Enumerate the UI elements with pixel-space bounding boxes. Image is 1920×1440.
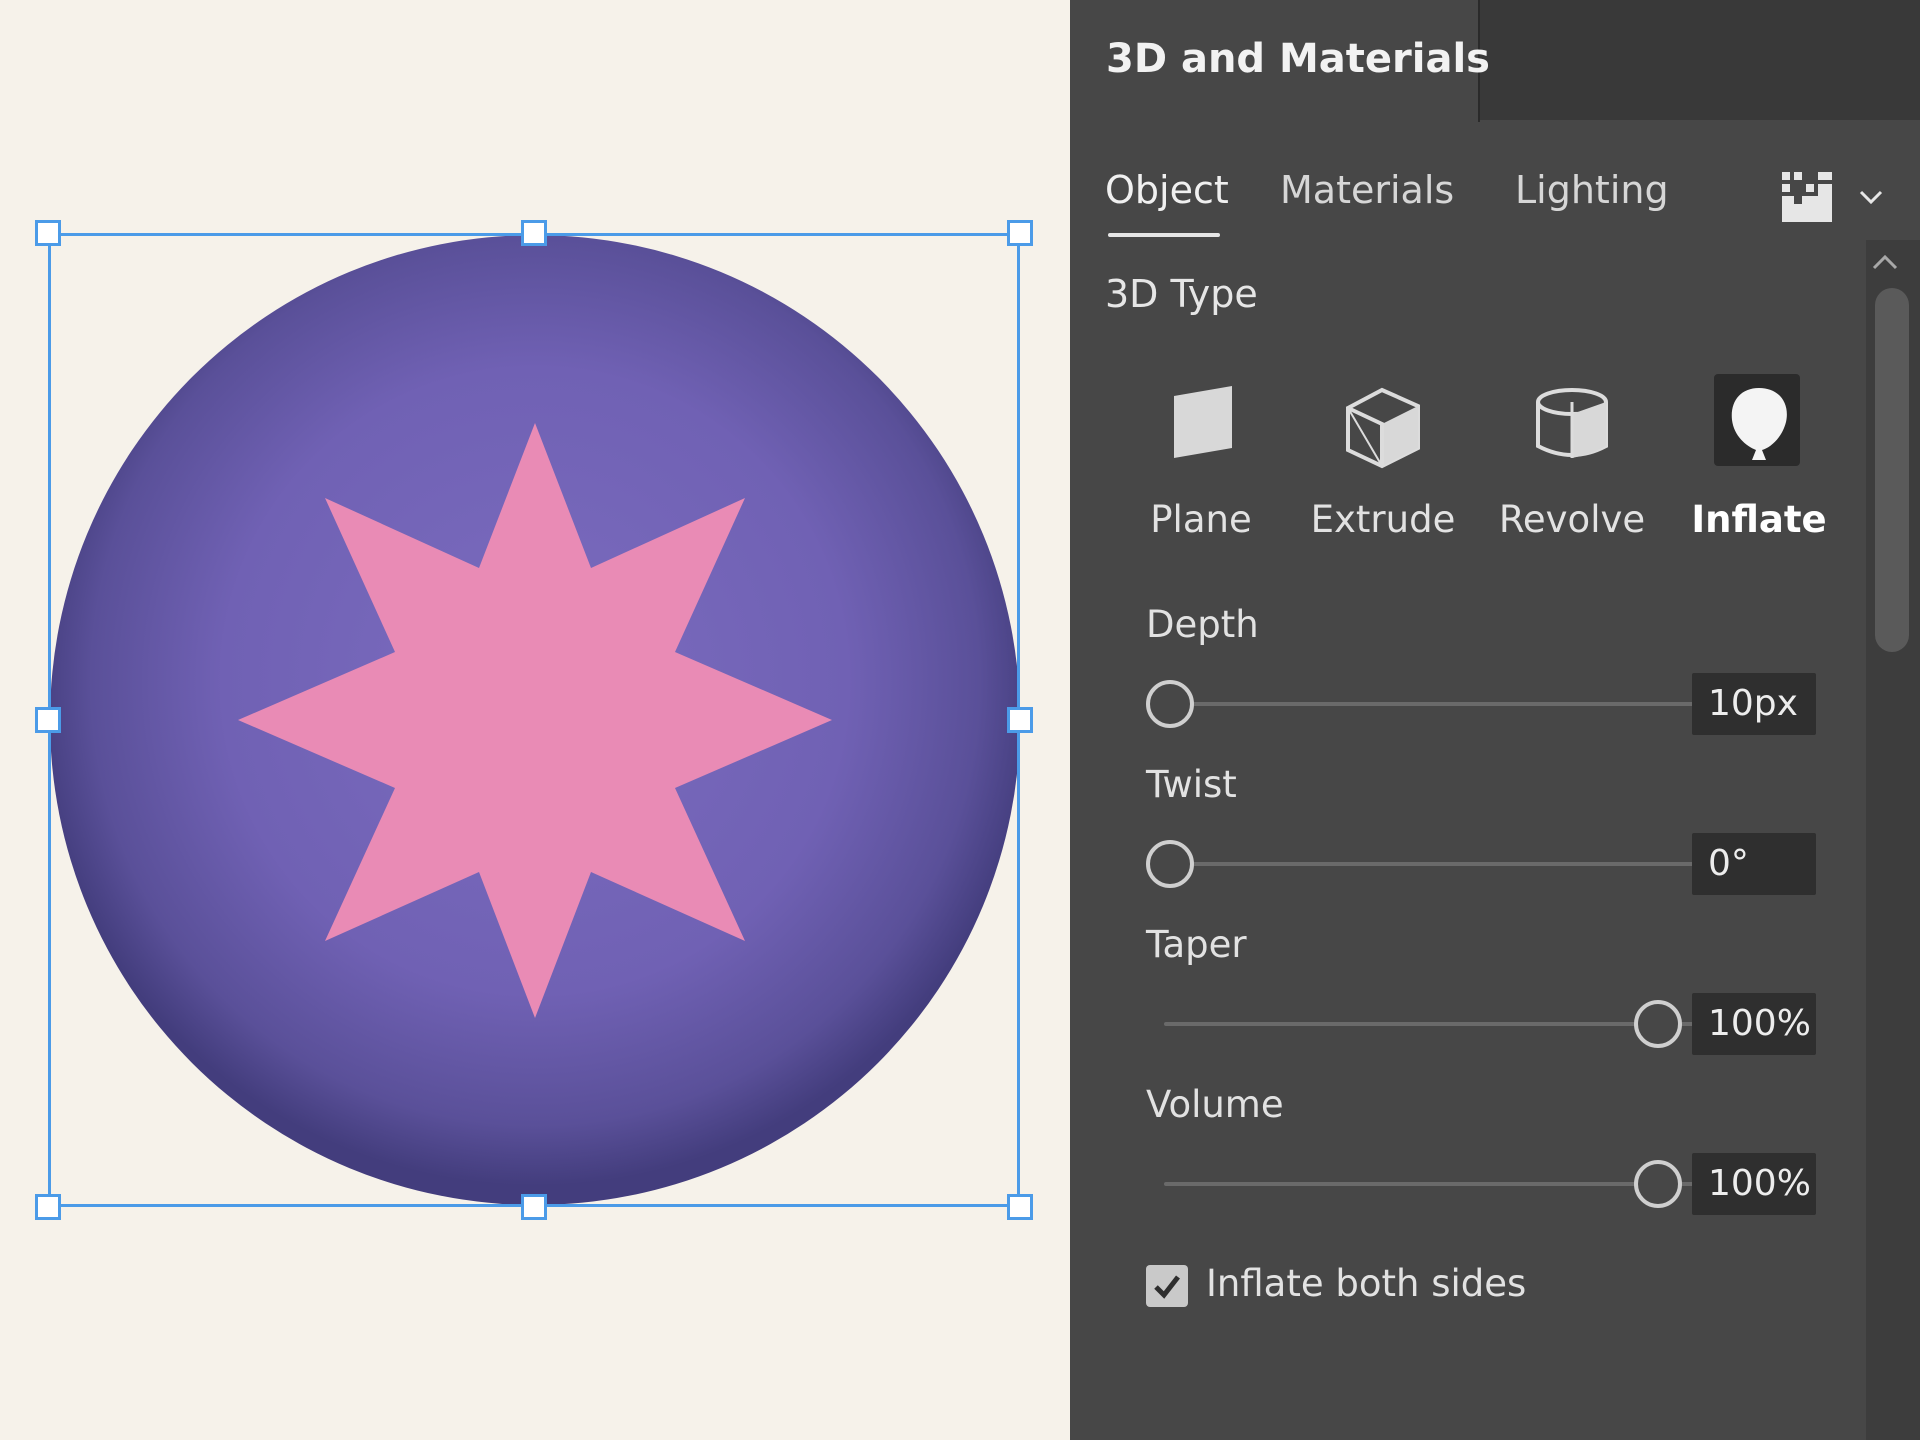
depth-label: Depth [1146,603,1259,646]
inflate-both-sides-checkbox[interactable] [1146,1265,1188,1307]
resize-handle-middle-left[interactable] [35,707,61,733]
taper-value-field[interactable]: 100% [1692,993,1816,1055]
inflate-both-sides-label: Inflate both sides [1206,1262,1527,1305]
twist-slider-thumb[interactable] [1146,840,1194,888]
inflate-balloon-icon [1731,388,1787,460]
twist-label: Twist [1146,763,1237,806]
panel-title: 3D and Materials [1106,36,1490,82]
plane-icon [1174,386,1232,458]
app-window: 3D and Materials Object Materials Lighti… [0,0,1920,1440]
scroll-up-arrow-icon[interactable] [1870,248,1900,278]
chevron-down-icon [1859,190,1883,205]
type-plane-button[interactable]: Plane [1116,378,1286,558]
resize-handle-bottom-left[interactable] [35,1194,61,1220]
taper-slider-thumb[interactable] [1634,1000,1682,1048]
resize-handle-bottom-right[interactable] [1007,1194,1033,1220]
type-inflate-label: Inflate [1691,498,1827,541]
render-menu-button[interactable] [1770,168,1890,228]
active-tab-indicator [1108,233,1220,237]
twist-value-field[interactable]: 0° [1692,833,1816,895]
depth-slider-track [1164,702,1730,706]
tab-lighting[interactable]: Lighting [1515,168,1669,212]
depth-value-field[interactable]: 10px [1692,673,1816,735]
twist-slider-track [1164,862,1730,866]
type-revolve-label: Revolve [1498,498,1646,541]
revolve-icon [1536,388,1608,458]
resize-handle-top-right[interactable] [1007,220,1033,246]
selection-bounding-box [48,233,1020,1207]
depth-slider[interactable] [1146,678,1730,730]
volume-slider-thumb[interactable] [1634,1160,1682,1208]
type-revolve-button[interactable]: Revolve [1487,378,1657,558]
artboard-canvas[interactable] [0,0,1070,1440]
type-plane-label: Plane [1150,498,1252,541]
resize-handle-top-center[interactable] [521,220,547,246]
3d-materials-panel: 3D and Materials Object Materials Lighti… [1070,0,1920,1440]
type-extrude-label: Extrude [1310,498,1456,541]
volume-slider[interactable] [1146,1158,1730,1210]
3d-type-heading: 3D Type [1105,272,1258,316]
taper-label: Taper [1146,923,1247,966]
render-settings-icon [1782,172,1832,222]
panel-header-tab[interactable]: 3D and Materials [1070,0,1490,122]
volume-value-field[interactable]: 100% [1692,1153,1816,1215]
checkmark-icon [1154,1275,1180,1299]
type-inflate-button[interactable]: Inflate [1674,374,1844,558]
twist-slider[interactable] [1146,838,1730,890]
depth-slider-thumb[interactable] [1146,680,1194,728]
tab-materials[interactable]: Materials [1280,168,1454,212]
scrollbar-thumb[interactable] [1875,288,1909,652]
type-extrude-button[interactable]: Extrude [1298,378,1468,558]
extrude-cube-icon [1346,387,1420,469]
resize-handle-middle-right[interactable] [1007,707,1033,733]
tab-object[interactable]: Object [1105,168,1229,212]
resize-handle-bottom-center[interactable] [521,1194,547,1220]
volume-label: Volume [1146,1083,1284,1126]
resize-handle-top-left[interactable] [35,220,61,246]
taper-slider[interactable] [1146,998,1730,1050]
